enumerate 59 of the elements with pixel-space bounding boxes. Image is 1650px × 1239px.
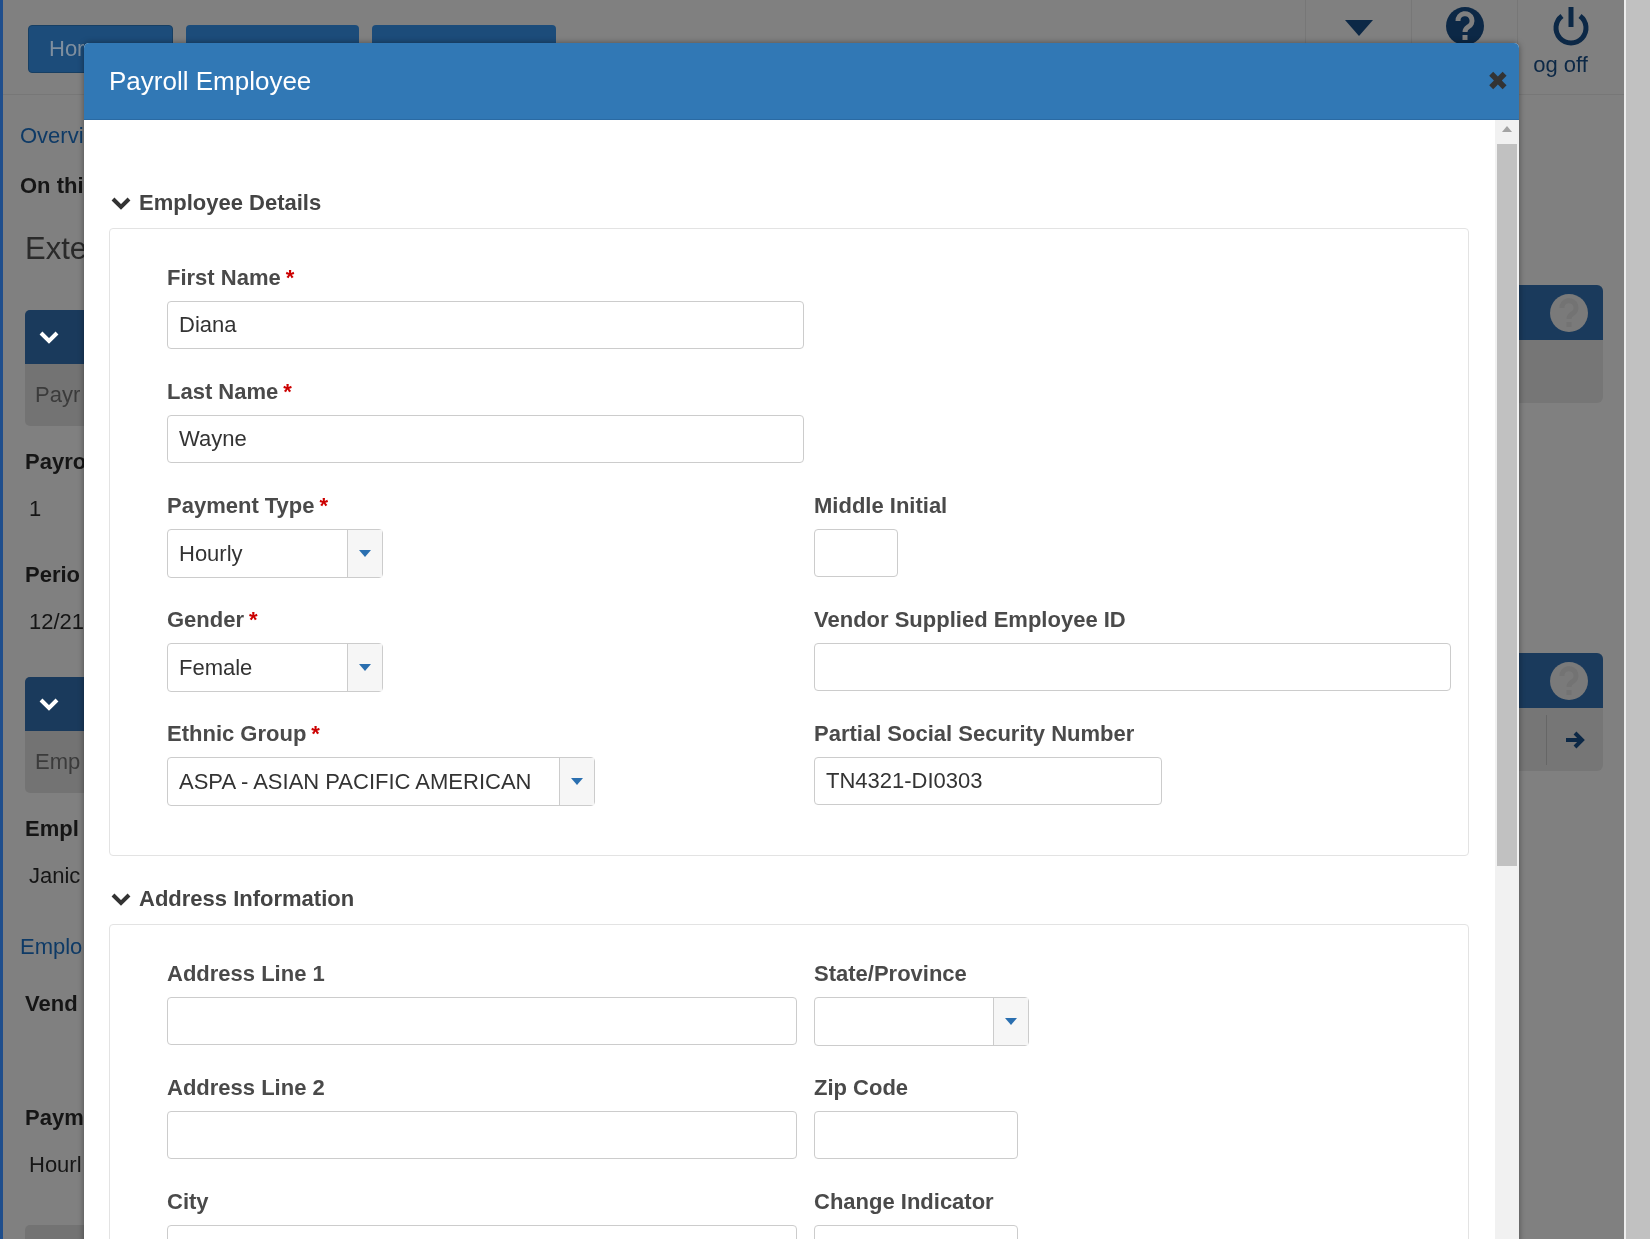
field-label: Ethnic Group * (167, 721, 321, 747)
caret-down-icon (359, 664, 371, 671)
field-label: City (167, 1189, 210, 1215)
input-field[interactable] (167, 997, 797, 1045)
field-label: Empl (25, 816, 79, 842)
field-label: On thi (20, 173, 84, 199)
input-field[interactable] (814, 643, 1451, 691)
input-field[interactable] (814, 529, 898, 577)
required-marker: * (285, 265, 295, 290)
field-value: 12/21 (29, 609, 85, 635)
field-label: Address Line 1 (167, 961, 326, 987)
field-label: Change Indicator (814, 1189, 995, 1215)
caret-down-icon[interactable] (1344, 20, 1373, 36)
help-icon[interactable] (1549, 292, 1589, 333)
field-label: State/Province (814, 961, 968, 987)
field-value: Hourl (29, 1152, 82, 1178)
field-label: Vendor Supplied Employee ID (814, 607, 1127, 633)
dropdown[interactable]: ASPA - ASIAN PACIFIC AMERICAN (167, 757, 595, 806)
dropdown[interactable]: Female (167, 643, 383, 692)
caret-down-icon (571, 778, 583, 785)
caret-down-icon (1005, 1018, 1017, 1025)
field-label: Paym (25, 1105, 84, 1131)
field-label: Payment Type * (167, 493, 330, 519)
required-marker: * (311, 721, 320, 746)
field-label: Gender * (167, 607, 259, 633)
field-label: Vend (25, 991, 78, 1017)
field-label: Last Name * (167, 379, 293, 405)
input-field[interactable] (814, 1111, 1018, 1159)
field-label: Middle Initial (814, 493, 948, 519)
chevron-down-icon (39, 697, 59, 711)
scrollbar[interactable] (1624, 0, 1650, 1239)
input-field[interactable]: Wayne (167, 415, 804, 463)
required-marker: * (283, 379, 292, 404)
dropdown[interactable] (814, 997, 1029, 1046)
dropdown[interactable]: Hourly (167, 529, 383, 578)
section-header[interactable]: Address Information (109, 886, 355, 912)
input-field[interactable]: Diana (167, 301, 804, 349)
chevron-down-icon (39, 330, 59, 344)
input-field[interactable] (167, 1111, 797, 1159)
field-label: Partial Social Security Number (814, 721, 1136, 747)
required-marker: * (249, 607, 258, 632)
field-label: Payro (25, 449, 87, 475)
required-marker: * (319, 493, 329, 518)
field-label: Perio (25, 562, 81, 588)
page-title: Exte (25, 231, 88, 267)
arrow-right-icon[interactable] (1564, 729, 1586, 750)
field-value: 1 (29, 496, 42, 522)
help-icon[interactable] (1444, 6, 1485, 46)
log-off-link[interactable]: og off (1533, 52, 1588, 78)
section-header[interactable]: Employee Details (109, 190, 322, 216)
caret-down-icon (359, 550, 371, 557)
field-label: First Name * (167, 265, 296, 291)
input-field[interactable]: TN4321-DI0303 (814, 757, 1162, 805)
field-label: Address Line 2 (167, 1075, 326, 1101)
scrollbar-thumb[interactable] (1497, 144, 1517, 866)
field-label: Zip Code (814, 1075, 910, 1101)
dialog-title: Payroll Employee (109, 65, 312, 97)
help-icon[interactable] (1549, 660, 1589, 701)
field-value: Janic (29, 863, 81, 889)
